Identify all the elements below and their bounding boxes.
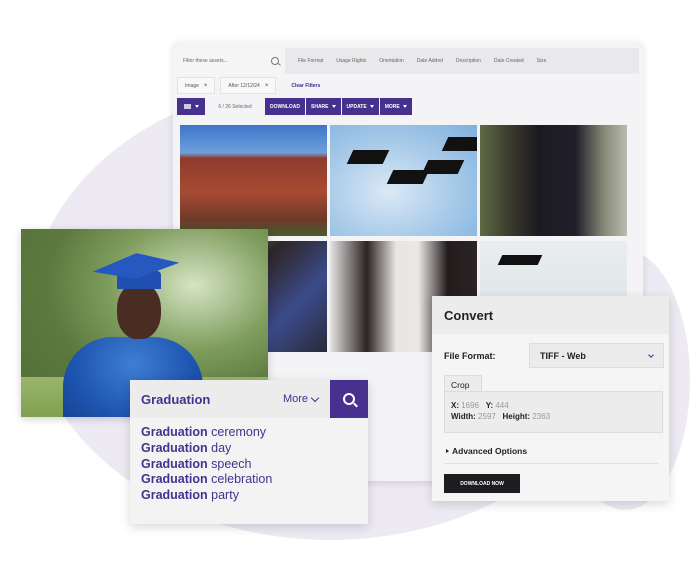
grid-view-icon <box>183 104 191 109</box>
clear-filters-link[interactable]: Clear Filters <box>291 83 320 89</box>
advanced-options-label: Advanced Options <box>452 446 528 456</box>
asset-toolbar: 6 / 26 Selected DOWNLOAD SHARE UPDATE MO… <box>177 98 413 115</box>
search-icon <box>343 393 355 405</box>
chevron-down-icon <box>310 393 320 402</box>
search-suggestions-card: Graduation More Graduation ceremony Grad… <box>130 380 368 524</box>
filter-date-created[interactable]: Date Created <box>494 58 524 64</box>
suggestion-item[interactable]: Graduation speech <box>141 457 357 473</box>
suggestion-rest: celebration <box>211 472 273 487</box>
asset-tile-caps-thrown[interactable] <box>330 125 477 236</box>
active-filters: Image × After 12/12/24 × Clear Filters <box>177 77 320 94</box>
view-toggle-button[interactable] <box>177 98 205 115</box>
mortarboard-shape <box>346 150 390 164</box>
crop-width-label: Width: <box>451 412 476 421</box>
asset-tile-building[interactable] <box>180 125 327 236</box>
more-button[interactable]: MORE <box>379 98 412 115</box>
search-button[interactable] <box>330 380 368 418</box>
suggestion-rest: ceremony <box>211 425 267 439</box>
filter-usage-rights[interactable]: Usage Rights <box>336 58 366 64</box>
mortarboard-shape <box>92 249 180 284</box>
suggestion-rest: party <box>211 488 239 503</box>
share-label: SHARE <box>311 103 329 110</box>
suggestion-item[interactable]: Graduation celebration <box>141 472 357 488</box>
suggestion-match: Graduation <box>141 425 208 439</box>
caret-down-icon <box>369 105 374 108</box>
filter-search-input[interactable]: Filter these assets... <box>177 48 285 74</box>
selected-count: 6 / 26 Selected <box>218 103 252 110</box>
filter-chip-date: After 12/12/24 × <box>220 77 277 94</box>
crop-size: Width: 2597 Height: 2363 <box>451 411 656 422</box>
filter-file-format[interactable]: File Format <box>298 58 323 64</box>
mortarboard-shape <box>421 160 465 174</box>
convert-title: Convert <box>432 296 669 334</box>
more-label: MORE <box>384 103 400 110</box>
filter-bar: Filter these assets... File Format Usage… <box>177 48 639 74</box>
download-now-button[interactable]: DOWNLOAD NOW <box>444 474 520 493</box>
suggestion-item[interactable]: Graduation party <box>141 488 357 504</box>
asset-tile-graduate-stole[interactable] <box>480 125 627 236</box>
suggestion-item[interactable]: Graduation ceremony <box>141 425 357 441</box>
crop-y-label: Y: <box>485 401 494 410</box>
face-shape <box>117 283 161 339</box>
crop-x-label: X: <box>451 401 459 410</box>
filter-size[interactable]: Size <box>537 58 547 64</box>
caret-right-icon <box>446 449 449 453</box>
caret-down-icon <box>194 105 199 108</box>
suggestion-match: Graduation <box>141 440 208 455</box>
mortarboard-shape <box>441 137 477 151</box>
suggestion-list: Graduation ceremony Graduation day Gradu… <box>130 418 368 511</box>
suggestion-match: Graduation <box>141 488 208 503</box>
divider <box>444 463 658 464</box>
advanced-options-toggle[interactable]: Advanced Options <box>446 446 527 456</box>
crop-position: X: 1696 Y: 444 <box>451 400 656 411</box>
suggestion-match: Graduation <box>141 472 208 487</box>
file-format-label: File Format: <box>444 350 496 361</box>
update-label: UPDATE <box>346 103 367 110</box>
crop-height-value: 2363 <box>532 412 551 421</box>
filter-orientation[interactable]: Orientation <box>379 58 403 64</box>
crop-x-value: 1696 <box>461 401 480 410</box>
crop-y-value: 444 <box>495 401 509 410</box>
close-icon[interactable]: × <box>204 83 208 89</box>
close-icon[interactable]: × <box>265 83 269 89</box>
download-button[interactable]: DOWNLOAD <box>265 98 305 115</box>
filter-search-placeholder: Filter these assets... <box>183 58 228 64</box>
update-button[interactable]: UPDATE <box>341 98 379 115</box>
suggestion-rest: day <box>211 440 232 455</box>
chip-label: Image <box>185 82 199 89</box>
filter-date-added[interactable]: Date Added <box>417 58 443 64</box>
more-dropdown[interactable]: More <box>282 393 320 405</box>
chip-label: After 12/12/24 <box>228 82 260 89</box>
crop-width-value: 2597 <box>478 412 496 421</box>
search-input[interactable]: Graduation <box>141 392 210 407</box>
search-header: Graduation More <box>130 380 368 418</box>
file-format-value: TIFF - Web <box>540 350 586 361</box>
search-icon[interactable] <box>271 57 279 65</box>
crop-details: X: 1696 Y: 444 Width: 2597 Height: 2363 <box>444 391 663 433</box>
convert-panel: Convert File Format: TIFF - Web Crop X: … <box>432 296 669 501</box>
filter-chip-image: Image × <box>177 77 216 94</box>
tab-crop[interactable]: Crop <box>444 375 482 392</box>
chevron-down-icon <box>648 351 654 358</box>
suggestion-rest: speech <box>211 456 252 471</box>
file-format-select[interactable]: TIFF - Web <box>529 343 664 368</box>
caret-down-icon <box>331 105 336 108</box>
share-button[interactable]: SHARE <box>306 98 341 115</box>
suggestion-item[interactable]: Graduation day <box>141 441 357 457</box>
more-label: More <box>282 393 308 405</box>
filter-description[interactable]: Description <box>456 58 481 64</box>
suggestion-match: Graduation <box>141 456 208 471</box>
caret-down-icon <box>402 105 407 108</box>
mortarboard-shape <box>497 255 543 265</box>
file-format-row: File Format: TIFF - Web <box>444 343 664 368</box>
download-label: DOWNLOAD <box>270 103 300 110</box>
crop-height-label: Height: <box>502 412 531 421</box>
